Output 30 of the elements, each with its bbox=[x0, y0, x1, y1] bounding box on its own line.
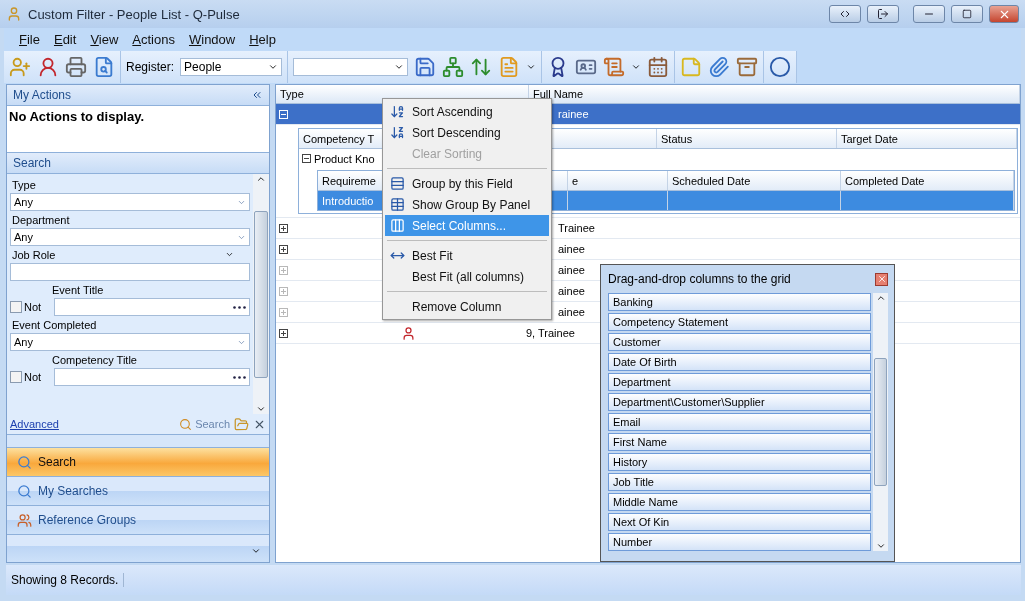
dropdown-value: Any bbox=[14, 196, 33, 208]
panel-title: Search bbox=[13, 156, 52, 170]
table-cell-text: ainee bbox=[557, 306, 585, 318]
dropdown-value: Any bbox=[14, 231, 33, 243]
field-label: Competency Title bbox=[52, 354, 138, 366]
field-label: Department bbox=[12, 214, 71, 226]
table-cell-text: ainee bbox=[557, 243, 585, 255]
field-label: Event Completed bbox=[12, 319, 98, 331]
navigation-label: Search bbox=[38, 455, 77, 469]
table-cell-text: Trainee bbox=[557, 222, 595, 234]
navigation-label: My Searches bbox=[38, 484, 109, 498]
table-cell-text: ainee bbox=[557, 264, 585, 276]
checkbox-label: Not bbox=[24, 301, 43, 313]
register-label: Register: bbox=[126, 60, 175, 74]
navigation-label: Reference Groups bbox=[38, 513, 137, 527]
group-label: Product Kno bbox=[314, 152, 375, 165]
panel-title: My Actions bbox=[13, 88, 72, 102]
status-text: Showing 8 Records. bbox=[6, 573, 125, 587]
table-cell-text: 9, Trainee bbox=[525, 327, 575, 339]
empty-message: No Actions to display. bbox=[7, 106, 269, 153]
table-cell-text: ainee bbox=[557, 285, 585, 297]
field-label: Event Title bbox=[52, 284, 105, 296]
field-label: Type bbox=[12, 179, 37, 191]
checkbox-label: Not bbox=[24, 371, 43, 383]
dropdown-value: Any bbox=[14, 336, 33, 348]
table-cell-text: rainee bbox=[557, 108, 589, 120]
panel-title: Drag-and-drop columns to the grid bbox=[608, 272, 791, 286]
dropdown-value: People bbox=[184, 60, 222, 74]
window-title: Custom Filter - People List - Q-Pulse bbox=[28, 6, 241, 22]
field-label: Job Role bbox=[12, 249, 56, 261]
